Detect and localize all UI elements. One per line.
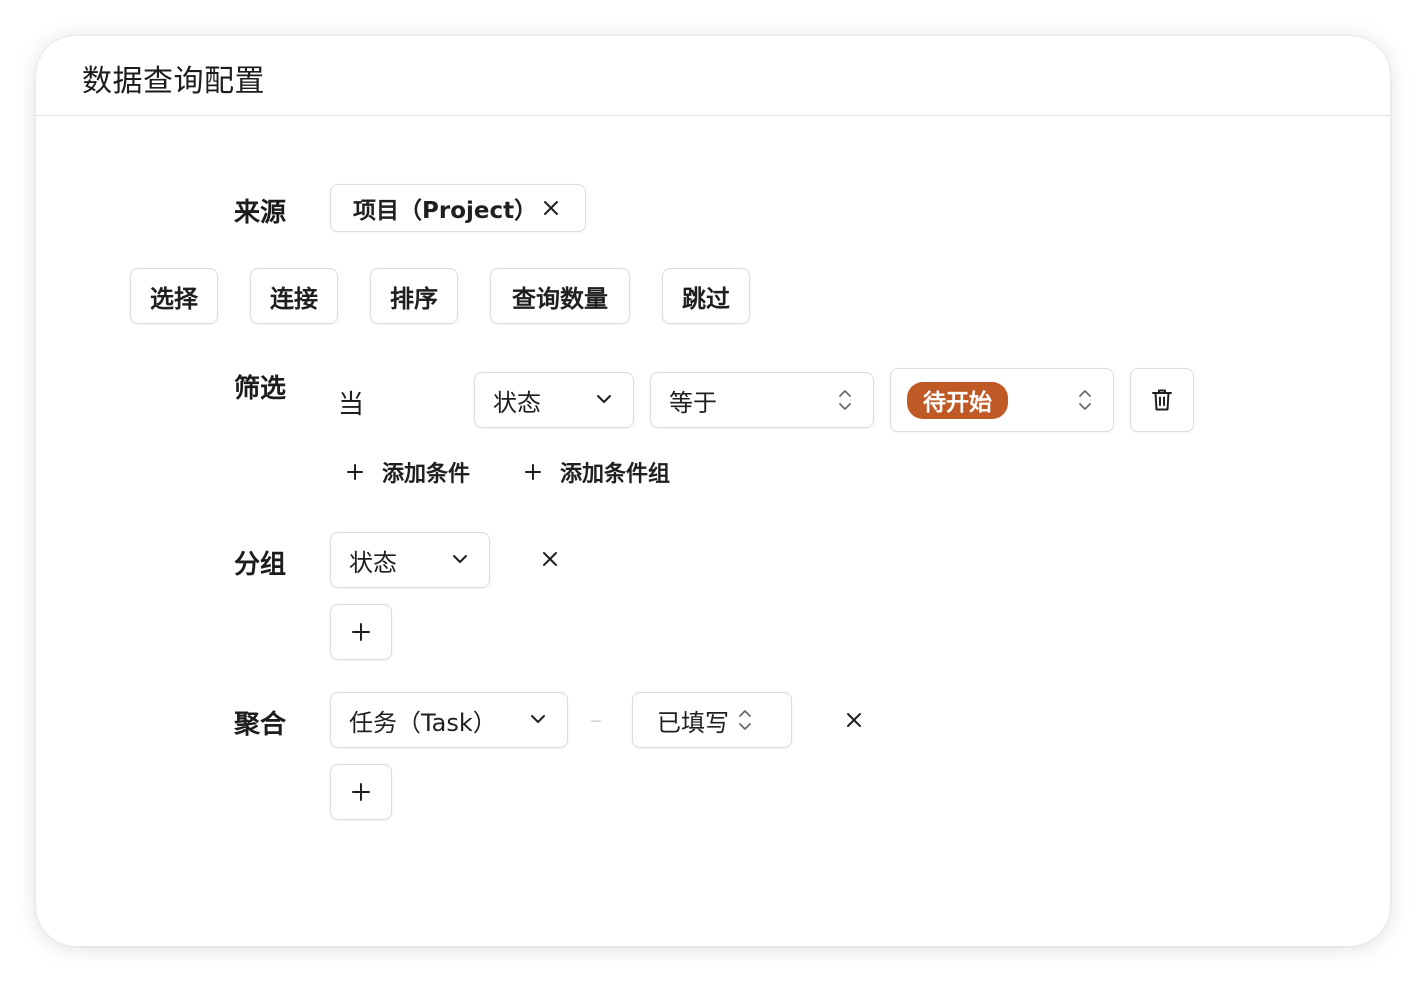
page-title: 数据查询配置: [82, 64, 265, 99]
filter-operator-select[interactable]: 等于: [650, 372, 874, 428]
query-config-card: 数据查询配置 来源 项目（Project） 选择 连接 排序 查询数量 跳过 筛…: [36, 36, 1390, 946]
add-aggregate-button[interactable]: [330, 764, 392, 820]
aggregate-metric-select[interactable]: 已填写: [632, 692, 792, 748]
aggregate-metric-value: 已填写: [657, 708, 729, 737]
delete-condition-button[interactable]: [1130, 368, 1194, 432]
aggregate-target-select[interactable]: 任务（Task）: [330, 692, 568, 748]
chevron-down-icon: [451, 550, 469, 568]
close-icon[interactable]: [540, 549, 560, 569]
close-icon[interactable]: [844, 710, 864, 730]
plus-icon: [351, 782, 371, 802]
skip-button[interactable]: 跳过: [662, 268, 750, 324]
source-chip[interactable]: 项目（Project）: [330, 184, 586, 232]
sort-button[interactable]: 排序: [370, 268, 458, 324]
select-button[interactable]: 选择: [130, 268, 218, 324]
status-badge: 待开始: [907, 381, 1008, 419]
count-button[interactable]: 查询数量: [490, 268, 630, 324]
header: 数据查询配置: [36, 36, 1390, 116]
add-condition-group-link[interactable]: 添加条件组: [524, 456, 670, 488]
source-chip-label: 项目（Project）: [353, 198, 538, 224]
filter-value-select[interactable]: 待开始: [890, 368, 1114, 432]
plus-icon: [346, 463, 364, 481]
plus-icon: [351, 622, 371, 642]
filter-field-value: 状态: [493, 388, 541, 417]
aggregate-separator: –: [590, 706, 602, 734]
source-label: 来源: [234, 198, 287, 228]
filter-when-label: 当: [338, 390, 365, 420]
add-condition-label: 添加条件: [382, 462, 471, 487]
filter-operator-value: 等于: [669, 388, 717, 417]
add-condition-link[interactable]: 添加条件: [346, 456, 470, 488]
join-button[interactable]: 连接: [250, 268, 338, 324]
chevron-updown-icon: [737, 707, 753, 733]
chevron-down-icon: [595, 390, 613, 408]
filter-label: 筛选: [234, 374, 287, 404]
chevron-down-icon: [529, 710, 547, 728]
aggregate-target-value: 任务（Task）: [349, 708, 497, 737]
trash-icon: [1151, 388, 1173, 412]
close-icon[interactable]: [541, 198, 561, 218]
plus-icon: [524, 463, 542, 481]
add-group-button[interactable]: [330, 604, 392, 660]
aggregate-label: 聚合: [234, 710, 287, 740]
add-condition-group-label: 添加条件组: [560, 462, 671, 487]
group-label: 分组: [234, 550, 287, 580]
group-field-select[interactable]: 状态: [330, 532, 490, 588]
group-field-value: 状态: [349, 548, 397, 577]
filter-field-select[interactable]: 状态: [474, 372, 634, 428]
chevron-updown-icon: [837, 387, 853, 413]
chevron-updown-icon: [1077, 387, 1093, 413]
